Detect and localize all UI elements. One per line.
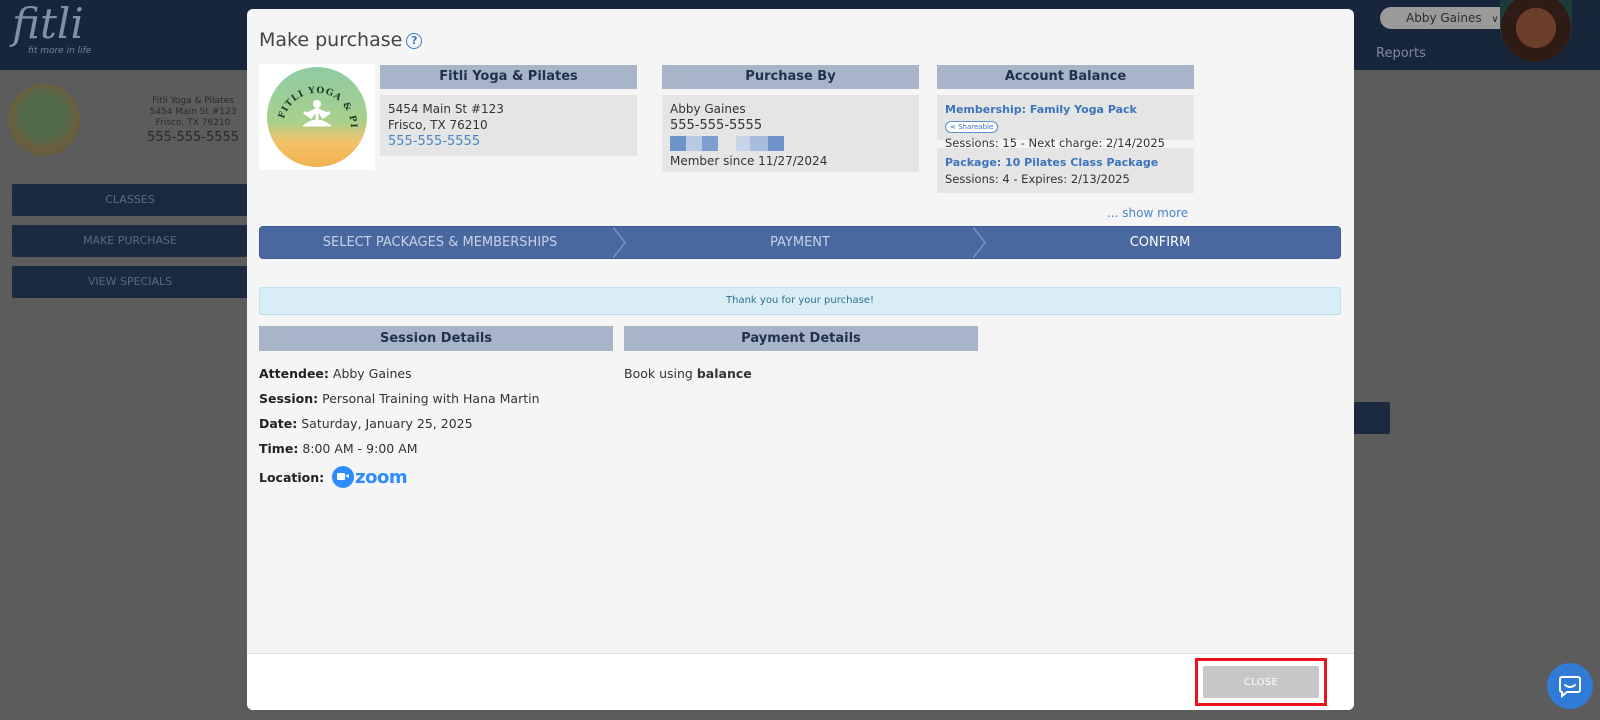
chevron-down-icon: ∨ bbox=[1491, 14, 1499, 25]
payment-details-header: Payment Details bbox=[624, 326, 978, 351]
user-name: Abby Gaines bbox=[1406, 11, 1482, 25]
sidebar-studio-phone: 555-555-5555 bbox=[146, 130, 240, 145]
close-button[interactable]: CLOSE bbox=[1203, 666, 1319, 698]
account-balance-box: Account Balance Membership: Family Yoga … bbox=[937, 65, 1194, 193]
purchaser-info-box: Purchase By Abby Gaines 555-555-5555 Mem… bbox=[662, 65, 919, 172]
balance-item-name[interactable]: Package: 10 Pilates Class Package bbox=[945, 154, 1186, 171]
avatar[interactable] bbox=[1500, 0, 1572, 62]
studio-logo-circle: FITLI YOGA & PILATES bbox=[267, 67, 367, 167]
session-location: Location: zoom bbox=[259, 466, 408, 488]
studio-address1: 5454 Main St #123 bbox=[388, 102, 504, 116]
account-balance-header: Account Balance bbox=[937, 65, 1194, 89]
purchaser-phone: 555-555-5555 bbox=[670, 118, 763, 133]
balance-item-membership: Membership: Family Yoga Pack ⋖ Shareable… bbox=[937, 95, 1194, 150]
help-icon[interactable]: ? bbox=[406, 33, 423, 49]
step-confirm[interactable]: CONFIRM bbox=[980, 227, 1340, 258]
user-menu[interactable]: Abby Gaines ∨ bbox=[1380, 7, 1510, 29]
payment-method-line: Book using balance bbox=[624, 366, 752, 381]
sidebar-studio-address2: Frisco, TX 76210 bbox=[155, 118, 231, 128]
session-name: Session: Personal Training with Hana Mar… bbox=[259, 391, 540, 406]
studio-address2: Frisco, TX 76210 bbox=[388, 118, 488, 132]
nav-reports[interactable]: Reports bbox=[1376, 46, 1426, 61]
logo-tagline: fit more in life bbox=[28, 46, 92, 56]
sidebar-studio-info: Fitli Yoga & Pilates 5454 Main St #123 F… bbox=[138, 96, 248, 147]
shareable-badge-label: Shareable bbox=[958, 123, 994, 131]
sidebar-item-view-specials[interactable]: VIEW SPECIALS bbox=[12, 266, 248, 298]
purchaser-name: Abby Gaines bbox=[670, 102, 746, 116]
step-label: PAYMENT bbox=[770, 235, 830, 250]
sidebar-item-classes[interactable]: CLASSES bbox=[12, 184, 248, 216]
purchase-steps: SELECT PACKAGES & MEMBERSHIPS PAYMENT CO… bbox=[259, 226, 1341, 259]
chat-icon bbox=[1559, 676, 1581, 698]
balance-item-package: Package: 10 Pilates Class Package Sessio… bbox=[937, 148, 1194, 193]
studio-logo: FITLI YOGA & PILATES bbox=[259, 64, 375, 170]
purchaser-info-body: Abby Gaines 555-555-5555 Member since 11… bbox=[662, 95, 919, 172]
step-payment[interactable]: PAYMENT bbox=[620, 227, 986, 258]
step-label: SELECT PACKAGES & MEMBERSHIPS bbox=[322, 235, 558, 250]
fitli-logo[interactable]: fitli bbox=[12, 2, 84, 46]
make-purchase-modal: Make purchase? FITLI YOGA & PILATES Fitl… bbox=[247, 9, 1354, 710]
share-icon: ⋖ bbox=[950, 123, 956, 131]
chat-widget-button[interactable] bbox=[1547, 663, 1593, 709]
sidebar-item-make-purchase[interactable]: MAKE PURCHASE bbox=[12, 225, 248, 257]
modal-footer: CLOSE bbox=[247, 653, 1354, 710]
sidebar-studio-name: Fitli Yoga & Pilates bbox=[152, 96, 234, 106]
balance-item-detail: Sessions: 15 - Next charge: 2/14/2025 bbox=[945, 136, 1165, 150]
balance-item-detail: Sessions: 4 - Expires: 2/13/2025 bbox=[945, 172, 1130, 186]
studio-info-box: Fitli Yoga & Pilates 5454 Main St #123 F… bbox=[380, 65, 637, 156]
meditation-figure-icon bbox=[303, 100, 331, 127]
zoom-camera-icon bbox=[332, 466, 355, 488]
modal-title-text: Make purchase bbox=[259, 29, 403, 51]
session-attendee: Attendee: Abby Gaines bbox=[259, 366, 412, 381]
studio-phone-link[interactable]: 555-555-5555 bbox=[388, 133, 629, 150]
purchaser-info-header: Purchase By bbox=[662, 65, 919, 89]
show-more-link[interactable]: ... show more bbox=[1107, 206, 1188, 220]
zoom-logo: zoom bbox=[332, 466, 408, 488]
close-button-highlight: CLOSE bbox=[1195, 658, 1327, 706]
balance-item-name[interactable]: Membership: Family Yoga Pack bbox=[945, 103, 1137, 116]
sidebar-studio-address1: 5454 Main St #123 bbox=[149, 107, 237, 117]
shareable-badge: ⋖ Shareable bbox=[945, 121, 999, 133]
studio-info-header: Fitli Yoga & Pilates bbox=[380, 65, 637, 89]
sidebar-studio-logo bbox=[8, 84, 80, 156]
session-time: Time: 8:00 AM - 9:00 AM bbox=[259, 441, 418, 456]
member-since: Member since 11/27/2024 bbox=[670, 154, 828, 168]
redacted-email bbox=[670, 136, 911, 151]
studio-info-body: 5454 Main St #123 Frisco, TX 76210 555-5… bbox=[380, 95, 637, 156]
modal-title: Make purchase? bbox=[259, 29, 423, 51]
session-date: Date: Saturday, January 25, 2025 bbox=[259, 416, 473, 431]
success-alert: Thank you for your purchase! bbox=[259, 287, 1341, 315]
zoom-wordmark: zoom bbox=[355, 466, 408, 488]
session-details-header: Session Details bbox=[259, 326, 613, 351]
step-label: CONFIRM bbox=[1129, 235, 1191, 250]
step-select-packages[interactable]: SELECT PACKAGES & MEMBERSHIPS bbox=[260, 227, 626, 258]
payment-method: balance bbox=[696, 366, 752, 381]
